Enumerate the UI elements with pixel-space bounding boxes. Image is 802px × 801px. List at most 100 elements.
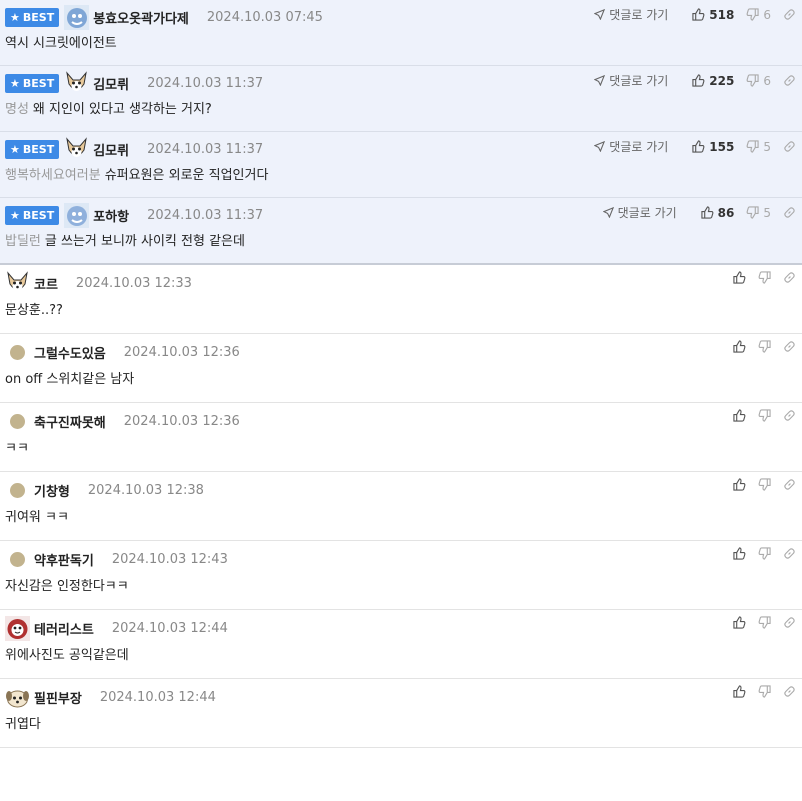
reply-link[interactable]: 댓글로 가기 (594, 138, 668, 155)
thumbs-down-icon (746, 140, 759, 153)
dislike-button[interactable] (758, 685, 771, 698)
comment-date: 2024.10.03 12:36 (123, 344, 240, 360)
comment-list: ★ BEST 봉효오옷곽가다제 2024.10.03 07:45 댓글로 가기 5… (0, 0, 802, 748)
default-avatar[interactable] (10, 344, 25, 360)
comment-actions (721, 340, 796, 353)
link-icon (784, 75, 795, 86)
comment-actions: 댓글로 가기 155 5 (594, 138, 796, 155)
dislike-button[interactable] (758, 340, 771, 353)
thumbs-up-icon (701, 206, 714, 219)
link-button[interactable] (783, 340, 796, 353)
nickname[interactable]: 필핀부장 (34, 688, 82, 707)
like-button[interactable] (733, 340, 746, 353)
link-button[interactable] (783, 140, 796, 153)
red-face-avatar[interactable] (5, 615, 30, 641)
best-badge: ★ BEST (5, 205, 60, 225)
link-button[interactable] (783, 616, 796, 629)
comment-actions: 댓글로 가기 225 6 (594, 72, 796, 89)
blue-face-avatar[interactable] (64, 202, 90, 228)
like-button[interactable] (733, 685, 746, 698)
link-button[interactable] (783, 271, 796, 284)
comment: 약후판독기 2024.10.03 12:43 자신감은 인정한다ㅋㅋ (0, 541, 802, 610)
link-button[interactable] (783, 547, 796, 560)
comment-date: 2024.10.03 12:36 (123, 413, 240, 429)
like-button[interactable]: 225 (692, 74, 734, 88)
link-button[interactable] (783, 685, 796, 698)
mention[interactable]: 행복하세요여러분 (5, 168, 101, 183)
blue-face-avatar[interactable] (64, 4, 90, 30)
link-button[interactable] (783, 74, 796, 87)
comment-date: 2024.10.03 11:37 (147, 207, 264, 223)
nickname[interactable]: 축구진짜못해 (34, 412, 106, 431)
link-button[interactable] (783, 8, 796, 21)
comment-body: 행복하세요여러분 슈퍼요원은 외로운 직업인거다 (5, 168, 269, 183)
link-button[interactable] (783, 409, 796, 422)
comment-actions (721, 685, 796, 698)
dog-avatar[interactable] (64, 70, 89, 96)
dislike-button[interactable]: 5 (746, 206, 771, 220)
comment-header: ★ BEST 김모뤼 2024.10.03 11:37 댓글로 가기 225 6 (5, 66, 802, 100)
best-badge: ★ BEST (5, 139, 60, 159)
link-button[interactable] (783, 478, 796, 491)
mention[interactable]: 밥딜런 (5, 234, 41, 249)
nickname[interactable]: 약후판독기 (34, 550, 94, 569)
comment-date: 2024.10.03 12:33 (75, 275, 192, 291)
nickname[interactable]: 그럴수도있음 (34, 343, 106, 362)
dog-avatar[interactable] (5, 270, 30, 296)
nickname[interactable]: 포하항 (93, 206, 129, 225)
comment-date: 2024.10.03 07:45 (206, 9, 323, 25)
comment-actions: 댓글로 가기 86 5 (602, 204, 796, 221)
comment-header: 필핀부장 2024.10.03 12:44 (5, 679, 802, 715)
like-button[interactable]: 86 (701, 206, 734, 220)
default-avatar[interactable] (10, 551, 25, 567)
like-button[interactable] (733, 547, 746, 560)
dislike-button[interactable] (758, 547, 771, 560)
dislike-button[interactable]: 5 (746, 140, 771, 154)
comment-date: 2024.10.03 11:37 (147, 141, 264, 157)
puppy-avatar[interactable] (5, 685, 30, 710)
thumbs-down-icon (758, 685, 771, 698)
link-icon (784, 141, 795, 152)
comment-actions (721, 271, 796, 284)
nickname[interactable]: 김모뤼 (93, 74, 129, 93)
dislike-button[interactable] (758, 409, 771, 422)
like-button[interactable] (733, 478, 746, 491)
best-comment: ★ BEST 봉효오옷곽가다제 2024.10.03 07:45 댓글로 가기 5… (0, 0, 802, 66)
like-button[interactable] (733, 271, 746, 284)
mention[interactable]: 명성 (5, 102, 29, 117)
dislike-button[interactable] (758, 616, 771, 629)
nickname[interactable]: 테러리스트 (34, 619, 94, 638)
nickname[interactable]: 김모뤼 (93, 140, 129, 159)
reply-link[interactable]: 댓글로 가기 (594, 6, 668, 23)
dislike-button[interactable] (758, 271, 771, 284)
dog-avatar[interactable] (64, 136, 89, 162)
default-avatar[interactable] (10, 413, 25, 429)
like-button[interactable]: 155 (692, 140, 734, 154)
comment-header: 테러리스트 2024.10.03 12:44 (5, 610, 802, 646)
comment-actions: 댓글로 가기 518 6 (594, 6, 796, 23)
arrow-icon (594, 75, 606, 86)
comment-actions (721, 478, 796, 491)
link-icon (784, 341, 795, 352)
like-button[interactable] (733, 616, 746, 629)
reply-link[interactable]: 댓글로 가기 (602, 204, 677, 221)
dislike-button[interactable]: 6 (746, 8, 771, 22)
comment-body: 역시 시크릿에이전트 (5, 36, 117, 51)
comment-header: 코르 2024.10.03 12:33 (5, 265, 802, 301)
thumbs-up-icon (733, 340, 746, 353)
comment-date: 2024.10.03 12:44 (111, 620, 228, 636)
nickname[interactable]: 코르 (34, 274, 58, 293)
nickname[interactable]: 기창형 (34, 481, 70, 500)
like-button[interactable] (733, 409, 746, 422)
best-badge: ★ BEST (5, 7, 60, 27)
nickname[interactable]: 봉효오옷곽가다제 (93, 8, 189, 27)
dislike-button[interactable]: 6 (746, 74, 771, 88)
reply-link[interactable]: 댓글로 가기 (594, 72, 668, 89)
dislike-button[interactable] (758, 478, 771, 491)
comment-body: on off 스위치같은 남자 (5, 372, 135, 387)
default-avatar[interactable] (10, 482, 25, 498)
like-button[interactable]: 518 (692, 8, 734, 22)
comment-body: 문상훈..?? (5, 303, 63, 318)
link-button[interactable] (783, 206, 796, 219)
link-icon (784, 9, 795, 20)
